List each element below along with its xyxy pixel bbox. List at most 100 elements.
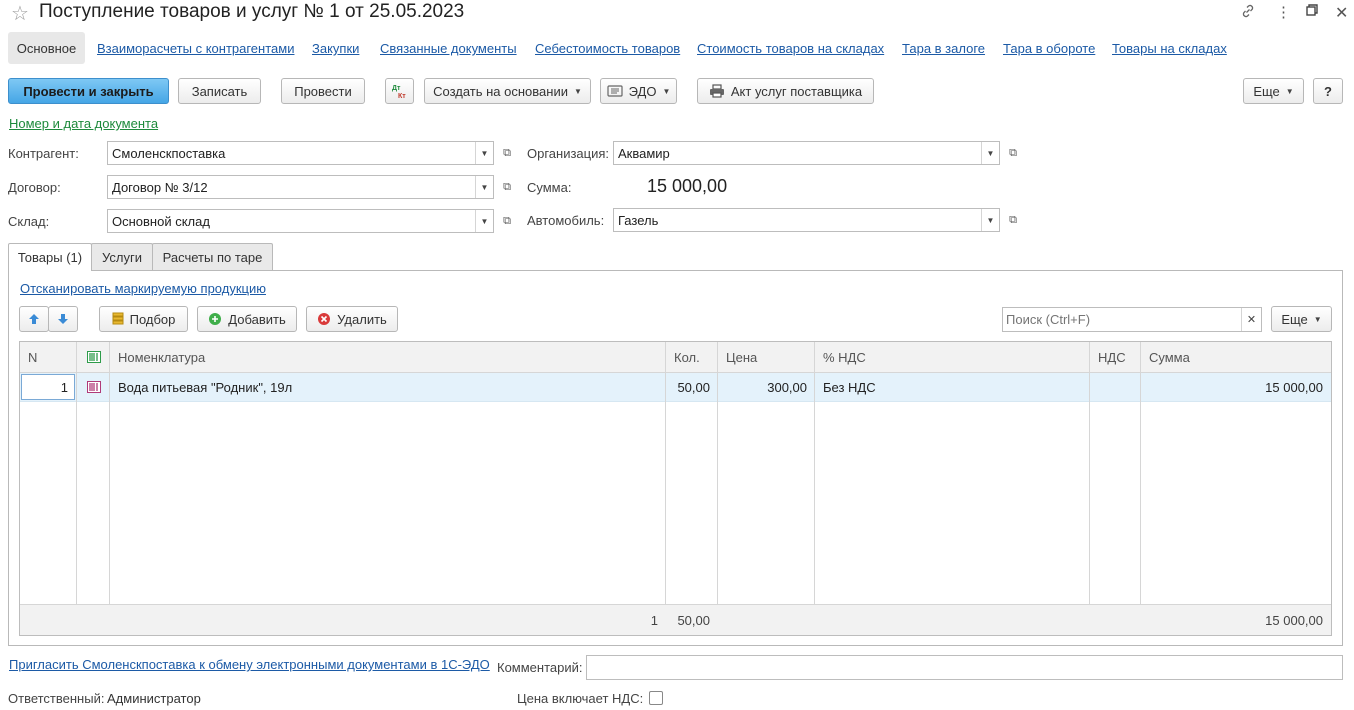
col-vat-rate[interactable]: % НДС xyxy=(815,342,1090,372)
chevron-down-icon: ▼ xyxy=(1313,314,1322,324)
post-and-close-button[interactable]: Провести и закрыть xyxy=(8,78,169,104)
sum-label: Сумма: xyxy=(527,180,572,195)
row-n-cell[interactable]: 1 xyxy=(21,374,75,400)
counterparty-value: Смоленскпоставка xyxy=(112,145,226,161)
create-based-on-button[interactable]: Создать на основании ▼ xyxy=(424,78,591,104)
chevron-down-icon: ▼ xyxy=(573,86,582,96)
chevron-down-icon[interactable]: ▼ xyxy=(475,176,493,198)
goods-more-button[interactable]: Еще ▼ xyxy=(1271,306,1332,332)
col-sum[interactable]: Сумма xyxy=(1141,342,1331,372)
delete-label: Удалить xyxy=(337,311,387,327)
comment-label: Комментарий: xyxy=(497,660,583,675)
help-button[interactable]: ? xyxy=(1313,78,1343,104)
dt-kt-icon: Дт Кт xyxy=(392,85,406,99)
move-up-button[interactable] xyxy=(19,306,49,332)
clear-search-icon[interactable]: ✕ xyxy=(1241,308,1261,331)
row-vat[interactable] xyxy=(1090,373,1141,401)
pick-button[interactable]: Подбор xyxy=(99,306,188,332)
tab-tare-settlements[interactable]: Расчеты по таре xyxy=(152,243,273,271)
car-label: Автомобиль: xyxy=(527,213,605,228)
tab-main-label: Основное xyxy=(16,40,77,56)
contract-value: Договор № 3/12 xyxy=(112,179,208,195)
open-counterparty-icon[interactable]: ⧉ xyxy=(500,146,514,160)
marking-icon xyxy=(86,351,101,363)
tab-services[interactable]: Услуги xyxy=(91,243,153,271)
dt-kt-button[interactable]: Дт Кт xyxy=(385,78,414,104)
add-label: Добавить xyxy=(228,311,286,327)
col-marking[interactable] xyxy=(77,342,110,372)
row-vat-rate[interactable]: Без НДС xyxy=(815,373,1090,401)
chevron-down-icon[interactable]: ▼ xyxy=(475,142,493,164)
more-label: Еще xyxy=(1253,83,1280,99)
car-field[interactable]: Газель ▼ xyxy=(613,208,1000,232)
save-button[interactable]: Записать xyxy=(178,78,261,104)
save-label: Записать xyxy=(191,83,248,99)
tab-settlements[interactable]: Взаиморасчеты с контрагентами xyxy=(97,41,294,56)
tab-pledged-tare[interactable]: Тара в залоге xyxy=(902,41,985,56)
move-down-button[interactable] xyxy=(48,306,78,332)
tab-cost[interactable]: Себестоимость товаров xyxy=(535,41,680,56)
add-button[interactable]: Добавить xyxy=(197,306,297,332)
open-warehouse-icon[interactable]: ⧉ xyxy=(500,214,514,228)
vat-included-checkbox[interactable] xyxy=(649,691,663,705)
open-contract-icon[interactable]: ⧉ xyxy=(500,180,514,194)
table-row[interactable]: 1 Вода питьевая "Родник", 19л 50,00 300,… xyxy=(20,373,1331,402)
row-sum[interactable]: 15 000,00 xyxy=(1141,373,1331,401)
link-icon[interactable] xyxy=(1240,3,1256,23)
open-organization-icon[interactable]: ⧉ xyxy=(1006,146,1020,160)
col-divider xyxy=(1140,342,1141,635)
row-price[interactable]: 300,00 xyxy=(718,373,815,401)
scan-marked-products-link[interactable]: Отсканировать маркируемую продукцию xyxy=(20,281,266,296)
col-divider xyxy=(1089,342,1090,635)
delete-button[interactable]: Удалить xyxy=(306,306,398,332)
responsible-value[interactable]: Администратор xyxy=(107,691,201,706)
row-nomenclature[interactable]: Вода питьевая "Родник", 19л xyxy=(110,373,666,401)
footer-sum: 15 000,00 xyxy=(1265,612,1323,628)
warehouse-field[interactable]: Основной склад ▼ xyxy=(107,209,494,233)
col-n[interactable]: N xyxy=(20,342,77,372)
tab-main[interactable]: Основное xyxy=(8,32,85,64)
col-nomenclature[interactable]: Номенклатура xyxy=(110,342,666,372)
chevron-down-icon[interactable]: ▼ xyxy=(981,209,999,231)
table-footer: 1 50,00 15 000,00 xyxy=(20,604,1331,635)
col-divider xyxy=(109,342,110,635)
chevron-down-icon[interactable]: ▼ xyxy=(475,210,493,232)
warehouse-value: Основной склад xyxy=(112,213,210,229)
tab-circulating-tare[interactable]: Тара в обороте xyxy=(1003,41,1095,56)
goods-table: N Номенклатура Кол. Цена % НДС НДС Сумма… xyxy=(19,341,1332,636)
supplier-act-label: Акт услуг поставщика xyxy=(730,83,863,99)
restore-window-icon[interactable] xyxy=(1305,3,1319,21)
search-input[interactable] xyxy=(1003,308,1241,331)
col-vat[interactable]: НДС xyxy=(1090,342,1141,372)
post-label: Провести xyxy=(294,83,352,99)
organization-field[interactable]: Аквамир ▼ xyxy=(613,141,1000,165)
close-icon[interactable]: ✕ xyxy=(1335,3,1348,23)
comment-field[interactable] xyxy=(586,655,1343,680)
row-qty[interactable]: 50,00 xyxy=(666,373,718,401)
col-price[interactable]: Цена xyxy=(718,342,815,372)
chevron-down-icon[interactable]: ▼ xyxy=(981,142,999,164)
marking-icon xyxy=(86,381,101,393)
favorite-star-icon[interactable]: ☆ xyxy=(11,1,29,26)
responsible-label: Ответственный: xyxy=(8,691,105,706)
contract-field[interactable]: Договор № 3/12 ▼ xyxy=(107,175,494,199)
edo-button[interactable]: ЭДО ▼ xyxy=(600,78,677,104)
invite-edo-link[interactable]: Пригласить Смоленскпоставка к обмену эле… xyxy=(9,657,490,672)
post-button[interactable]: Провести xyxy=(281,78,365,104)
more-vertical-icon[interactable]: ⋮ xyxy=(1276,3,1291,21)
tab-purchases[interactable]: Закупки xyxy=(312,41,359,56)
more-button[interactable]: Еще ▼ xyxy=(1243,78,1304,104)
create-based-on-label: Создать на основании xyxy=(433,83,568,99)
col-qty[interactable]: Кол. xyxy=(666,342,718,372)
supplier-act-button[interactable]: Акт услуг поставщика xyxy=(697,78,874,104)
counterparty-field[interactable]: Смоленскпоставка ▼ xyxy=(107,141,494,165)
col-divider xyxy=(717,342,718,635)
doc-number-date-link[interactable]: Номер и дата документа xyxy=(9,116,158,131)
open-car-icon[interactable]: ⧉ xyxy=(1006,213,1020,227)
tab-warehouse-cost[interactable]: Стоимость товаров на складах xyxy=(697,41,884,56)
tab-related-docs[interactable]: Связанные документы xyxy=(380,41,517,56)
tab-warehouse-goods[interactable]: Товары на складах xyxy=(1112,41,1227,56)
arrow-down-icon xyxy=(58,314,68,324)
tab-goods[interactable]: Товары (1) xyxy=(8,243,92,271)
search-field[interactable]: ✕ xyxy=(1002,307,1262,332)
